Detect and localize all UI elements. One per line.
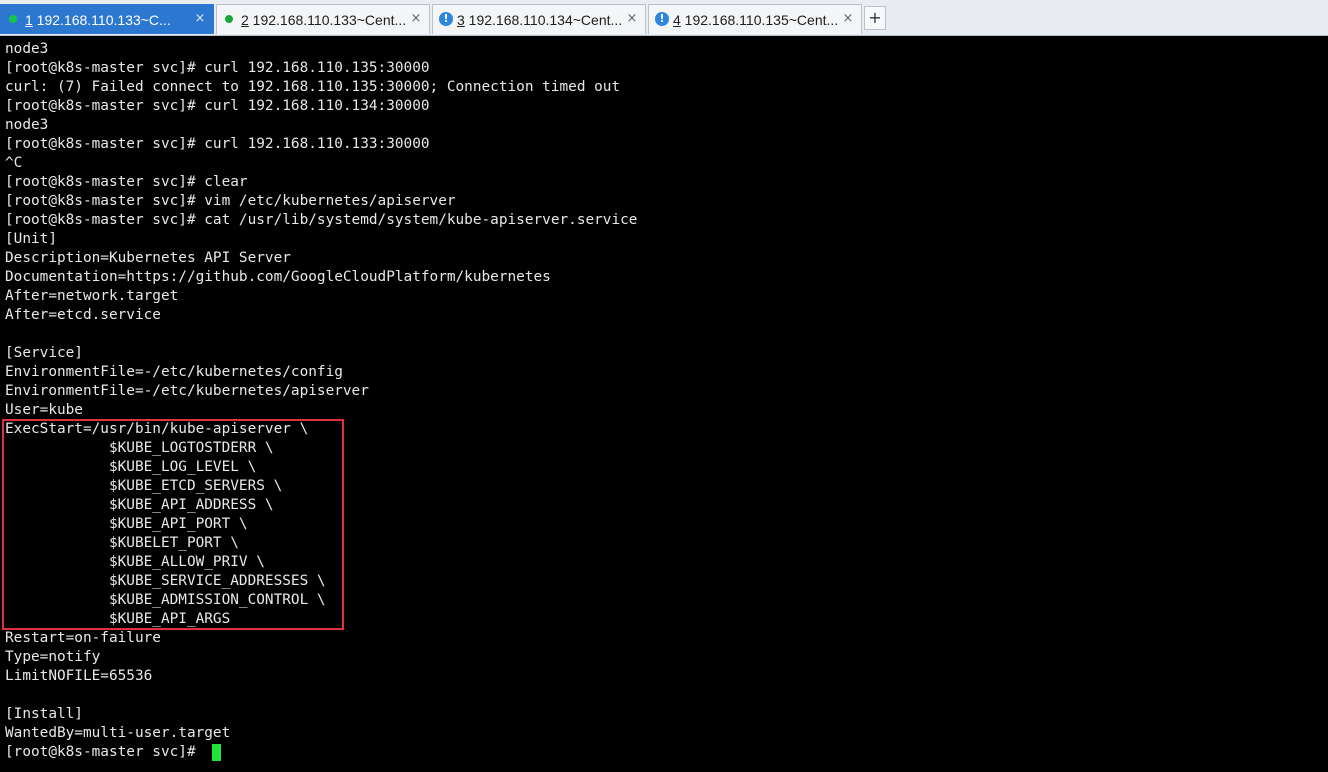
terminal-line: ^C <box>5 155 23 171</box>
tab-number: 3 <box>457 12 465 28</box>
terminal-line: [Service] <box>5 345 83 361</box>
close-icon[interactable]: × <box>625 11 639 27</box>
terminal-line: EnvironmentFile=-/etc/kubernetes/apiserv… <box>5 383 369 399</box>
terminal-line: Type=notify <box>5 649 101 665</box>
terminal-cursor <box>212 744 221 761</box>
tab-session-3[interactable]: ! 3 192.168.110.134~Cent... × <box>432 4 646 34</box>
terminal-line: WantedBy=multi-user.target <box>5 725 231 741</box>
tab-host-label: 192.168.110.135~Cent... <box>680 12 839 28</box>
tab-number: 1 <box>25 12 33 28</box>
connected-status-icon <box>9 15 17 23</box>
tab-number: 2 <box>241 12 249 28</box>
terminal-line: Description=Kubernetes API Server <box>5 250 291 266</box>
terminal-line: [root@k8s-master svc]# <box>5 744 205 760</box>
terminal-line: LimitNOFILE=65536 <box>5 668 153 684</box>
terminal-line: $KUBE_SERVICE_ADDRESSES \ <box>5 573 326 589</box>
tab-host-label: 192.168.110.133~C... <box>32 12 171 28</box>
terminal-line: After=network.target <box>5 288 179 304</box>
tab-title: 4 192.168.110.135~Cent... <box>673 12 847 28</box>
terminal-line: EnvironmentFile=-/etc/kubernetes/config <box>5 364 343 380</box>
tab-title: 3 192.168.110.134~Cent... <box>457 12 631 28</box>
terminal-line: $KUBELET_PORT \ <box>5 535 239 551</box>
terminal-line: User=kube <box>5 402 83 418</box>
terminal-line: [root@k8s-master svc]# cat /usr/lib/syst… <box>5 212 638 228</box>
terminal-line: $KUBE_ALLOW_PRIV \ <box>5 554 265 570</box>
terminal-output[interactable]: node3 [root@k8s-master svc]# curl 192.168… <box>0 38 1328 772</box>
add-tab-button[interactable]: + <box>864 6 886 30</box>
tab-bar: 1 192.168.110.133~C... × 2 192.168.110.1… <box>0 0 1328 36</box>
tab-session-4[interactable]: ! 4 192.168.110.135~Cent... × <box>648 4 862 34</box>
terminal-line: [root@k8s-master svc]# curl 192.168.110.… <box>5 60 430 76</box>
tab-session-1[interactable]: 1 192.168.110.133~C... × <box>0 4 214 34</box>
close-icon[interactable]: × <box>409 11 423 27</box>
terminal-line: [Unit] <box>5 231 57 247</box>
close-icon[interactable]: × <box>841 11 855 27</box>
terminal-line: $KUBE_API_ARGS <box>5 611 231 627</box>
terminal-line: curl: (7) Failed connect to 192.168.110.… <box>5 79 621 95</box>
terminal-line: Documentation=https://github.com/GoogleC… <box>5 269 551 285</box>
terminal-line: $KUBE_LOGTOSTDERR \ <box>5 440 274 456</box>
tab-number: 4 <box>673 12 681 28</box>
terminal-line: [root@k8s-master svc]# curl 192.168.110.… <box>5 136 430 152</box>
close-icon[interactable]: × <box>193 11 207 27</box>
connected-status-icon <box>225 15 233 23</box>
warning-status-icon: ! <box>439 12 453 26</box>
terminal-line: node3 <box>5 41 49 57</box>
tab-session-2[interactable]: 2 192.168.110.133~Cent... × <box>216 4 430 34</box>
terminal-line: [Install] <box>5 706 83 722</box>
terminal-line: $KUBE_ETCD_SERVERS \ <box>5 478 283 494</box>
terminal-line: ExecStart=/usr/bin/kube-apiserver \ <box>5 421 309 437</box>
terminal-window: 1 192.168.110.133~C... × 2 192.168.110.1… <box>0 0 1328 772</box>
terminal-line: $KUBE_API_PORT \ <box>5 516 248 532</box>
terminal-line: $KUBE_API_ADDRESS \ <box>5 497 274 513</box>
terminal-line: [root@k8s-master svc]# curl 192.168.110.… <box>5 98 430 114</box>
tab-host-label: 192.168.110.134~Cent... <box>464 12 623 28</box>
tab-title: 2 192.168.110.133~Cent... <box>241 12 415 28</box>
terminal-line: After=etcd.service <box>5 307 161 323</box>
terminal-line: [root@k8s-master svc]# clear <box>5 174 248 190</box>
terminal-line: Restart=on-failure <box>5 630 161 646</box>
terminal-line: $KUBE_ADMISSION_CONTROL \ <box>5 592 326 608</box>
terminal-line: $KUBE_LOG_LEVEL \ <box>5 459 257 475</box>
terminal-line: [root@k8s-master svc]# vim /etc/kubernet… <box>5 193 456 209</box>
tab-title: 1 192.168.110.133~C... <box>25 12 199 28</box>
warning-status-icon: ! <box>655 12 669 26</box>
tab-host-label: 192.168.110.133~Cent... <box>248 12 407 28</box>
terminal-line: node3 <box>5 117 49 133</box>
